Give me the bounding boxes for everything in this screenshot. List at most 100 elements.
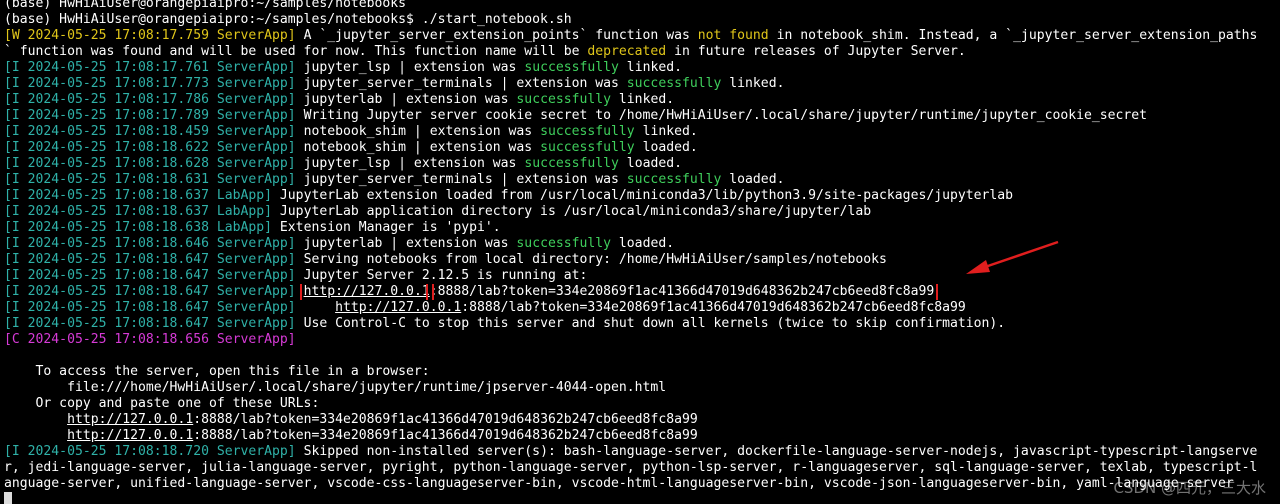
terminal-text: jupyterlab | extension was [295, 92, 517, 107]
terminal-line: [I 2024-05-25 17:08:18.637 LabApp] Jupyt… [4, 188, 1280, 204]
terminal-text: successfully [626, 76, 722, 91]
terminal-text: jupyter_lsp | extension was [295, 156, 525, 171]
terminal-text: [I 2024-05-25 17:08:18.622 ServerApp] [4, 140, 296, 155]
terminal-line: Or copy and paste one of these URLs: [4, 396, 1280, 412]
terminal-text: jupyter_lsp | extension was [295, 60, 525, 75]
terminal-text: [I 2024-05-25 17:08:18.647 ServerApp] [4, 268, 296, 283]
terminal-text: [I 2024-05-25 17:08:17.761 ServerApp] [4, 60, 296, 75]
terminal-text: linked. [611, 92, 675, 107]
terminal-text: (base) HwHiAiUser@orangepiaipro:~/sample… [4, 12, 572, 27]
terminal-text: successfully [626, 172, 722, 187]
terminal-text: successfully [540, 140, 635, 155]
url-link[interactable]: http://127.0.0.1 [335, 300, 461, 315]
terminal-text: file:///home/HwHiAiUser/.local/share/jup… [4, 380, 667, 395]
terminal-text: loaded. [634, 140, 698, 155]
terminal-text: not found [697, 28, 769, 43]
terminal-line: [I 2024-05-25 17:08:18.647 ServerApp] ht… [4, 284, 1280, 300]
terminal-text: in notebook_shim. Instead, a `_jupyter_s… [768, 28, 1258, 43]
annotation-arrow [966, 240, 1059, 274]
url-link[interactable]: http://127.0.0.1 [67, 428, 193, 443]
url-link[interactable]: http://127.0.0.1 [67, 412, 193, 427]
terminal-text: :8888/lab?token=334e20869f1ac41366d47019… [193, 428, 698, 443]
terminal-text: [I 2024-05-25 17:08:17.786 ServerApp] [4, 92, 296, 107]
terminal-text: [I 2024-05-25 17:08:18.631 ServerApp] [4, 172, 296, 187]
terminal-text: [I 2024-05-25 17:08:18.459 ServerApp] [4, 124, 296, 139]
terminal-line: ` function was found and will be used fo… [4, 44, 1280, 60]
terminal-text: [W 2024-05-25 17:08:17.759 ServerApp] [4, 28, 296, 43]
terminal-line: http://127.0.0.1:8888/lab?token=334e2086… [4, 428, 1280, 444]
url-link[interactable]: http://127.0.0.1 [299, 284, 434, 300]
terminal-text: :8888/lab?token=334e20869f1ac41366d47019… [425, 284, 939, 300]
terminal-text: notebook_shim | extension was [295, 124, 541, 139]
terminal-text: Extension Manager is 'pypi'. [272, 220, 501, 235]
terminal-line: To access the server, open this file in … [4, 364, 1280, 380]
terminal-line: (base) HwHiAiUser@orangepiaipro:~/sample… [4, 12, 1280, 28]
terminal-text: [I 2024-05-25 17:08:18.646 ServerApp] [4, 236, 296, 251]
terminal-text: linked. [618, 60, 682, 75]
terminal-text: Skipped non-installed server(s): bash-la… [295, 444, 1258, 459]
terminal-text: Use Control-C to stop this server and sh… [295, 316, 1006, 331]
terminal-text: loaded. [721, 172, 785, 187]
terminal-text: [I 2024-05-25 17:08:17.789 ServerApp] [4, 108, 296, 123]
terminal-text: successfully [516, 236, 612, 251]
terminal-text: successfully [516, 92, 612, 107]
terminal-line: [I 2024-05-25 17:08:18.647 ServerApp] Se… [4, 252, 1280, 268]
terminal-text: Serving notebooks from local directory: … [295, 252, 887, 267]
terminal-text: [I 2024-05-25 17:08:18.637 LabApp] [4, 188, 273, 203]
terminal-line: [I 2024-05-25 17:08:18.628 ServerApp] ju… [4, 156, 1280, 172]
terminal-text: Jupyter Server 2.12.5 is running at: [295, 268, 588, 283]
terminal-text: in future releases of Jupyter Server. [666, 44, 966, 59]
terminal-text: [I 2024-05-25 17:08:18.720 ServerApp] [4, 444, 296, 459]
terminal-text: A `_jupyter_server_extension_points` fun… [295, 28, 698, 43]
terminal-text: (base) HwHiAiUser@orangepiaipro:~/sample… [4, 0, 407, 11]
terminal-cursor [4, 492, 12, 504]
terminal-text: JupyterLab extension loaded from /usr/lo… [272, 188, 1014, 203]
terminal-line: [I 2024-05-25 17:08:17.761 ServerApp] ju… [4, 60, 1280, 76]
terminal-text: ` function was found and will be used fo… [4, 44, 588, 59]
terminal-text: deprecated [587, 44, 667, 59]
terminal-line: [I 2024-05-25 17:08:18.720 ServerApp] Sk… [4, 444, 1280, 460]
terminal-line: [I 2024-05-25 17:08:18.637 LabApp] Jupyt… [4, 204, 1280, 220]
terminal-line: [I 2024-05-25 17:08:18.631 ServerApp] ju… [4, 172, 1280, 188]
terminal-text: To access the server, open this file in … [4, 364, 430, 379]
terminal-text: [I 2024-05-25 17:08:18.647 ServerApp] [4, 284, 296, 299]
terminal-line: [I 2024-05-25 17:08:18.622 ServerApp] no… [4, 140, 1280, 156]
terminal-text: notebook_shim | extension was [295, 140, 541, 155]
watermark-text: CSDN @四元，三大水 [1113, 479, 1266, 497]
terminal-line: [I 2024-05-25 17:08:17.773 ServerApp] ju… [4, 76, 1280, 92]
terminal-line: [I 2024-05-25 17:08:18.647 ServerApp] Ju… [4, 268, 1280, 284]
terminal-line: [I 2024-05-25 17:08:17.789 ServerApp] Wr… [4, 108, 1280, 124]
terminal-output[interactable]: (base) HwHiAiUser@orangepiaipro:~/sample… [4, 0, 1280, 492]
terminal-text: [I 2024-05-25 17:08:18.647 ServerApp] [4, 300, 296, 315]
terminal-text: :8888/lab?token=334e20869f1ac41366d47019… [193, 412, 698, 427]
terminal-line: [I 2024-05-25 17:08:18.646 ServerApp] ju… [4, 236, 1280, 252]
terminal-text: [I 2024-05-25 17:08:18.647 ServerApp] [4, 316, 296, 331]
terminal-line: [I 2024-05-25 17:08:18.638 LabApp] Exten… [4, 220, 1280, 236]
terminal-text: [C 2024-05-25 17:08:18.656 ServerApp] [4, 332, 296, 347]
terminal-text: Writing Jupyter server cookie secret to … [295, 108, 1148, 123]
terminal-line: [W 2024-05-25 17:08:17.759 ServerApp] A … [4, 28, 1280, 44]
terminal-text: [I 2024-05-25 17:08:18.638 LabApp] [4, 220, 273, 235]
terminal-text: successfully [540, 124, 635, 139]
terminal-text: Or copy and paste one of these URLs: [4, 396, 320, 411]
terminal-line: [I 2024-05-25 17:08:18.647 ServerApp] Us… [4, 316, 1280, 332]
terminal-text: :8888/lab?token=334e20869f1ac41366d47019… [461, 300, 966, 315]
terminal-text: JupyterLab application directory is /usr… [272, 204, 872, 219]
terminal-line: [I 2024-05-25 17:08:17.786 ServerApp] ju… [4, 92, 1280, 108]
terminal-text: [I 2024-05-25 17:08:18.628 ServerApp] [4, 156, 296, 171]
terminal-text: [I 2024-05-25 17:08:18.637 LabApp] [4, 204, 273, 219]
terminal-text: successfully [524, 156, 619, 171]
terminal-text: jupyterlab | extension was [295, 236, 517, 251]
terminal-text: loaded. [618, 156, 682, 171]
terminal-text: anguage-server, unified-language-server,… [4, 476, 1234, 491]
terminal-line: [I 2024-05-25 17:08:18.459 ServerApp] no… [4, 124, 1280, 140]
terminal-text: successfully [524, 60, 619, 75]
terminal-line: anguage-server, unified-language-server,… [4, 476, 1280, 492]
terminal-line: file:///home/HwHiAiUser/.local/share/jup… [4, 380, 1280, 396]
terminal-text: linked. [721, 76, 785, 91]
